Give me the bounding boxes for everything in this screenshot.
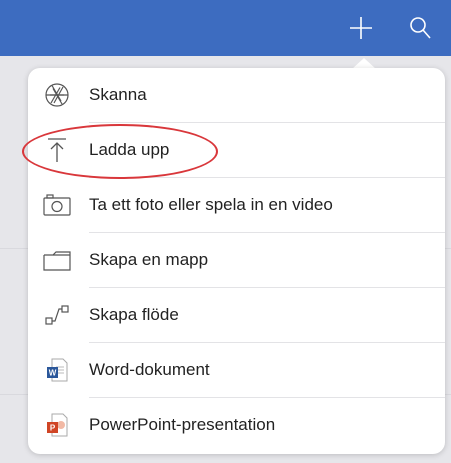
menu-item-photo-video[interactable]: Ta ett foto eller spela in en video [28,178,445,233]
svg-text:W: W [49,369,57,378]
menu-item-label: Skapa flöde [89,305,179,324]
add-button[interactable] [345,12,377,44]
flow-icon [41,298,73,332]
search-button[interactable] [404,12,436,44]
menu-item-scan[interactable]: Skanna [28,68,445,123]
top-bar [0,0,451,56]
menu-item-label: Ta ett foto eller spela in en video [89,195,333,214]
aperture-icon [41,78,73,112]
menu-item-label: Word-dokument [89,360,210,379]
search-icon [410,17,431,39]
svg-text:P: P [50,424,56,433]
menu-item-powerpoint-presentation[interactable]: P PowerPoint-presentation [28,398,445,453]
menu-item-word-document[interactable]: W Word-dokument [28,343,445,398]
word-icon: W [41,353,73,387]
powerpoint-icon: P [41,408,73,442]
folder-icon [41,243,73,277]
menu-item-upload[interactable]: Ladda upp [28,123,445,178]
menu-item-label: Skapa en mapp [89,250,209,269]
menu-item-label: Skanna [89,85,147,104]
menu-item-create-flow[interactable]: Skapa flöde [28,288,445,343]
menu-item-label: PowerPoint-presentation [89,415,276,434]
upload-icon [41,133,73,167]
menu-item-create-folder[interactable]: Skapa en mapp [28,233,445,288]
plus-icon [350,17,372,39]
camera-icon [41,188,73,222]
menu-item-label: Ladda upp [89,140,170,159]
add-menu-popover: Skanna Ladda upp Ta ett foto eller spela… [28,68,445,454]
